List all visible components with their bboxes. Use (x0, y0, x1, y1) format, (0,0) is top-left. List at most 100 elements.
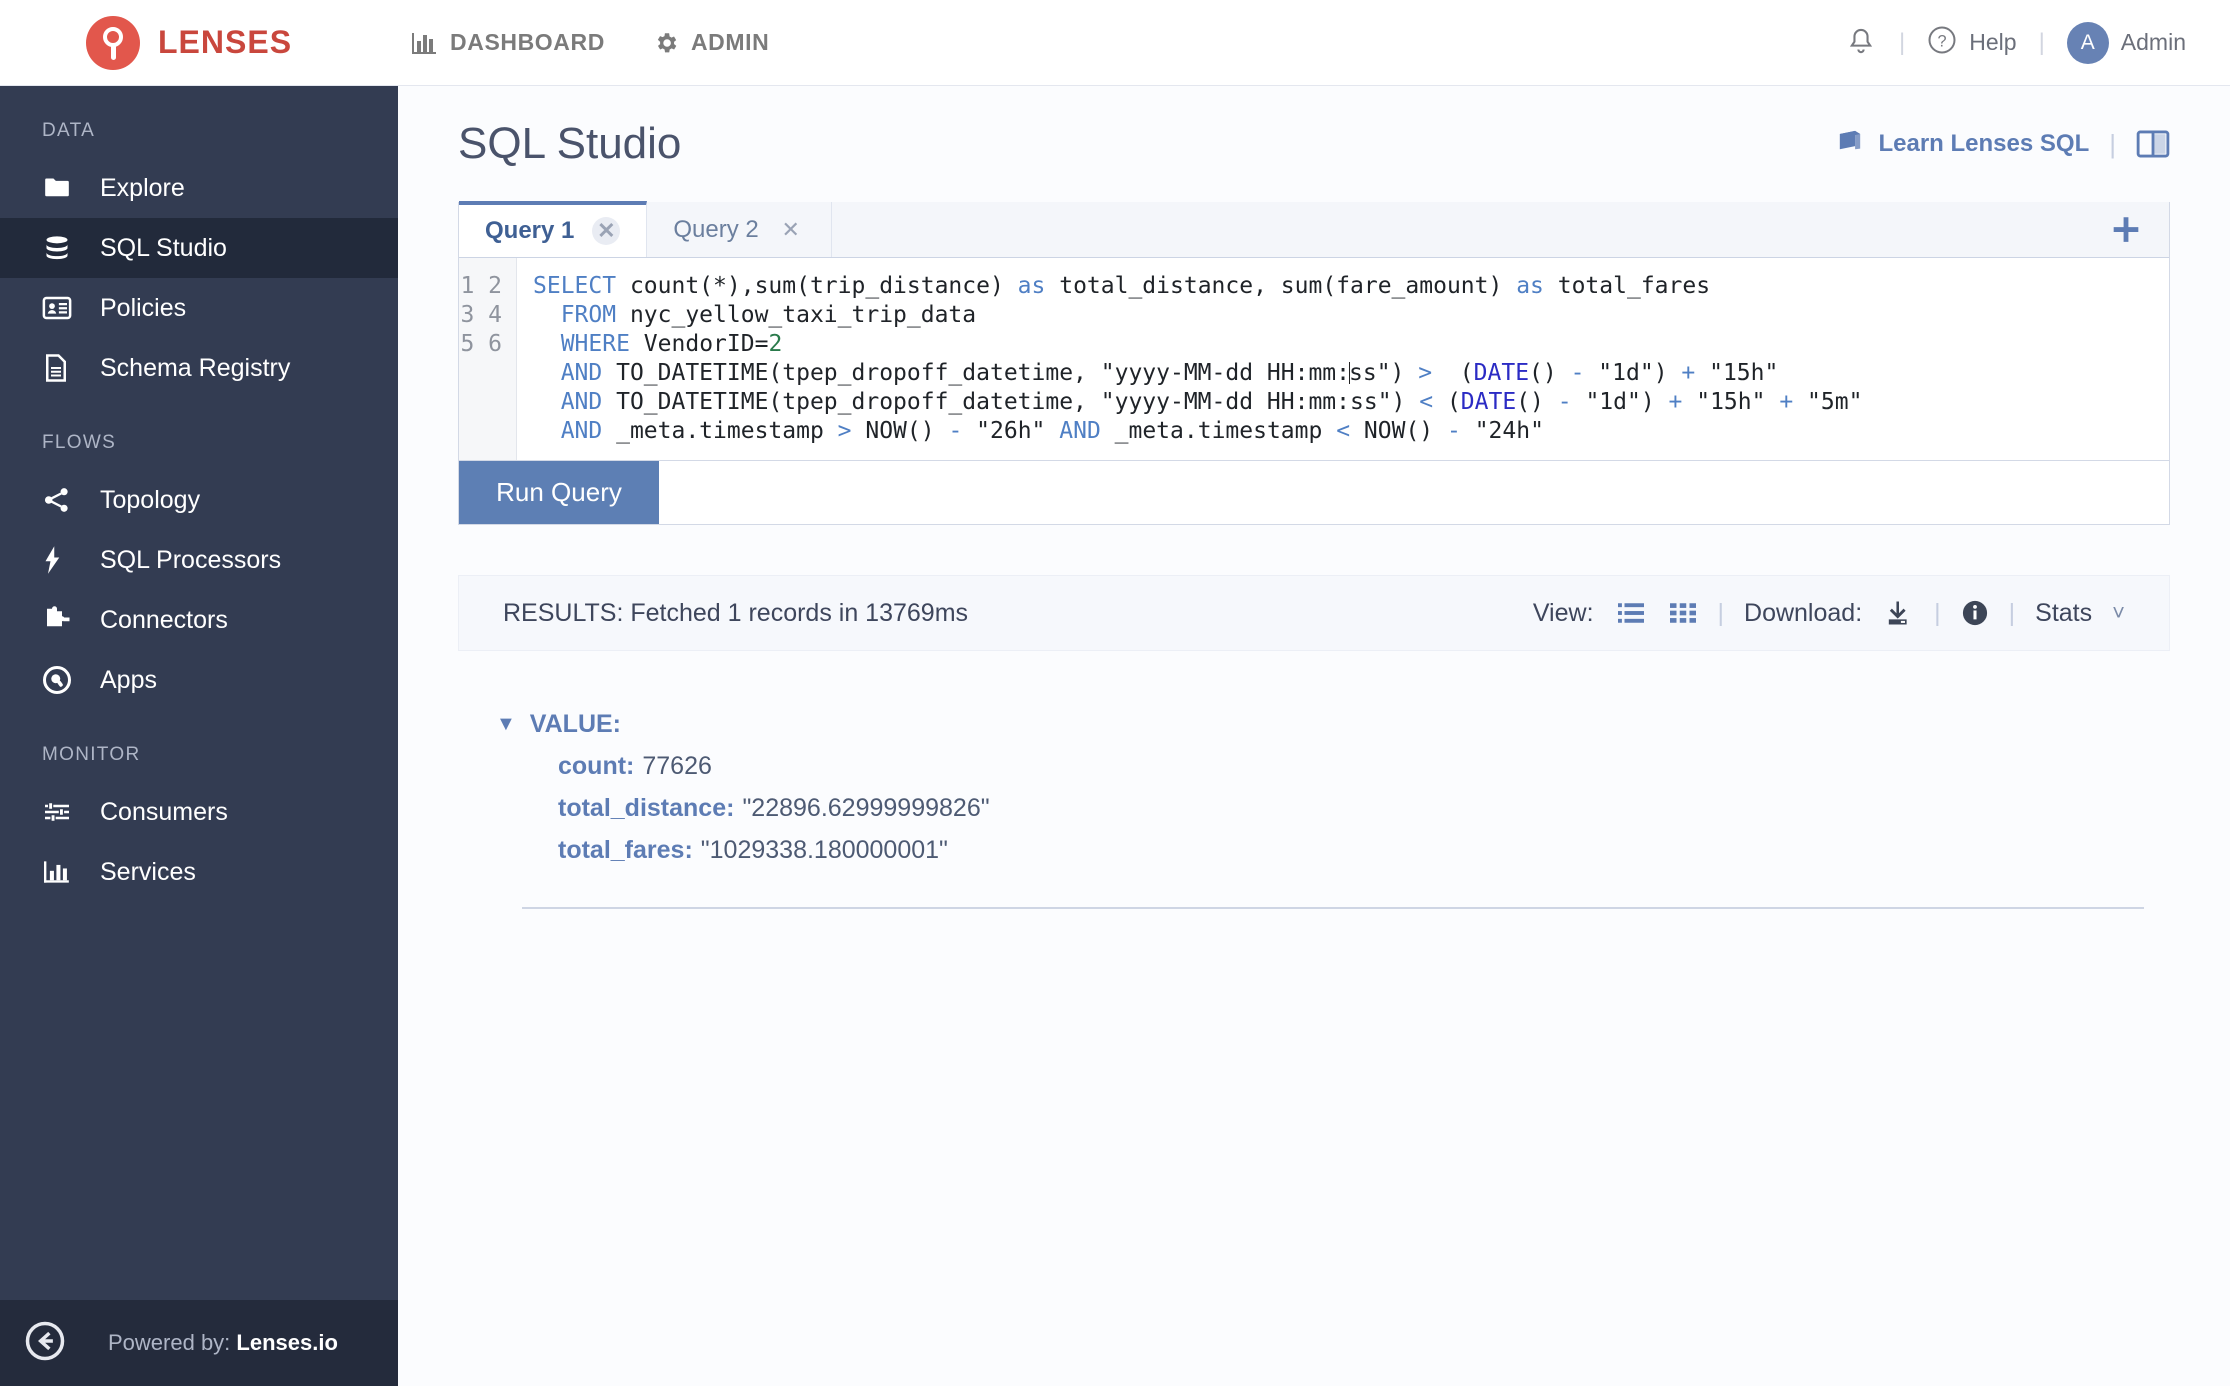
learn-lenses-sql-link[interactable]: Learn Lenses SQL (1836, 128, 2089, 161)
sidebar-item-policies[interactable]: Policies (0, 278, 398, 338)
results-divider-2: | (1934, 598, 1941, 627)
result-field-value: "22896.62999999826" (742, 794, 990, 822)
apps-circle-icon (42, 665, 76, 695)
query-tab-2-label: Query 2 (673, 215, 759, 243)
query-tab-1-label: Query 1 (485, 217, 575, 244)
powered-by-text: Powered by: Lenses.io (108, 1330, 338, 1356)
result-field-total-distance: total_distance: "22896.62999999826" (496, 787, 2170, 829)
query-tab-bar: Query 1 ✕ Query 2 ✕ (459, 201, 2169, 258)
download-icon[interactable] (1884, 599, 1914, 627)
puzzle-piece-icon (42, 606, 76, 634)
avatar: A (2066, 21, 2109, 64)
topnav-item-admin[interactable]: ADMIN (653, 29, 769, 56)
top-header-bar: LENSES DASHBOARD ADMIN | ? Help | A Admi… (0, 0, 2230, 86)
sql-code-content[interactable]: SELECT count(*),sum(trip_distance) as to… (517, 258, 2169, 460)
query-tab-1[interactable]: Query 1 ✕ (459, 201, 648, 257)
user-menu[interactable]: A Admin (2066, 21, 2186, 64)
book-icon (1836, 128, 1864, 161)
gear-icon (653, 30, 679, 56)
notification-bell-icon[interactable] (1845, 26, 1877, 60)
share-nodes-icon (42, 487, 76, 513)
split-pane-icon[interactable] (2136, 129, 2170, 159)
results-panel: RESULTS: Fetched 1 records in 13769ms Vi… (458, 575, 2170, 909)
close-icon[interactable]: ✕ (777, 216, 805, 244)
document-icon (42, 353, 76, 383)
header-actions-divider: | (2109, 128, 2116, 159)
stats-button[interactable]: Stats (2035, 599, 2092, 628)
result-field-value: 77626 (642, 752, 712, 780)
learn-lenses-sql-label: Learn Lenses SQL (1878, 130, 2090, 157)
sidebar-label-sql-processors: SQL Processors (100, 545, 282, 574)
query-editor-card: Query 1 ✕ Query 2 ✕ 1 2 3 4 5 6 SELECT c… (458, 201, 2170, 525)
sidebar-item-consumers[interactable]: Consumers (0, 782, 398, 842)
chevron-down-icon[interactable]: ˅ (2112, 600, 2125, 626)
editor-line-numbers: 1 2 3 4 5 6 (459, 258, 517, 460)
value-root-node[interactable]: ▼ VALUE: (496, 703, 2170, 745)
sidebar-item-sql-processors[interactable]: SQL Processors (0, 530, 398, 590)
sidebar-label-policies: Policies (100, 293, 187, 322)
sidebar-item-schema-registry[interactable]: Schema Registry (0, 338, 398, 398)
add-query-tab-button[interactable] (2083, 202, 2169, 257)
sidebar-item-sql-studio[interactable]: SQL Studio (0, 218, 398, 278)
bar-chart-icon (412, 31, 438, 55)
lightning-bolt-icon (42, 545, 76, 575)
top-header-right-group: | ? Help | A Admin (1845, 21, 2186, 64)
sidebar-label-topology: Topology (100, 485, 201, 514)
sidebar-section-monitor: MONITOR (42, 744, 141, 765)
sidebar-label-explore: Explore (100, 173, 185, 202)
result-field-key: count: (558, 752, 635, 780)
help-label: Help (1969, 29, 2017, 55)
info-icon[interactable] (1961, 599, 1989, 627)
sidebar-label-apps: Apps (100, 665, 157, 694)
svg-text:?: ? (1938, 32, 1947, 50)
sidebar-item-topology[interactable]: Topology (0, 470, 398, 530)
id-card-icon (42, 295, 76, 321)
sidebar-item-apps[interactable]: Apps (0, 650, 398, 710)
results-toolbar: RESULTS: Fetched 1 records in 13769ms Vi… (458, 575, 2170, 651)
result-field-count: count: 77626 (496, 745, 2170, 787)
sql-editor[interactable]: 1 2 3 4 5 6 SELECT count(*),sum(trip_dis… (459, 258, 2169, 460)
topnav-label-dashboard: DASHBOARD (450, 29, 605, 55)
user-label: Admin (2120, 29, 2186, 55)
folder-icon (42, 175, 76, 201)
grid-view-icon[interactable] (1668, 600, 1698, 626)
sidebar-label-services: Services (100, 857, 196, 886)
result-field-value: "1029338.180000001" (700, 836, 948, 864)
page-header-actions: Learn Lenses SQL | (1836, 128, 2170, 161)
list-view-icon[interactable] (1616, 600, 1646, 626)
question-circle-icon: ? (1927, 25, 1957, 61)
sidebar: DATA Explore SQL Studio Policies Schema … (0, 86, 398, 1386)
database-icon (42, 234, 76, 262)
brand-logo-group[interactable]: LENSES (86, 15, 293, 70)
value-root-label: VALUE: (529, 710, 621, 738)
results-separator (522, 907, 2144, 909)
brand-name: LENSES (158, 24, 293, 60)
results-tool-group: View: | Download: | | Stats ˅ (1533, 599, 2125, 628)
sidebar-item-explore[interactable]: Explore (0, 158, 398, 218)
sidebar-section-data: DATA (42, 120, 96, 141)
close-icon[interactable]: ✕ (592, 217, 621, 245)
run-query-button[interactable]: Run Query (459, 461, 659, 524)
results-divider-3: | (2008, 598, 2016, 627)
page-title: SQL Studio (458, 119, 682, 168)
powered-prefix: Powered by: (108, 1330, 237, 1355)
sidebar-label-schema-registry: Schema Registry (100, 353, 291, 382)
sidebar-footer: Powered by: Lenses.io (0, 1300, 398, 1386)
result-field-key: total_fares: (558, 836, 693, 864)
sidebar-section-flows: FLOWS (42, 432, 117, 453)
query-tab-2[interactable]: Query 2 ✕ (647, 202, 832, 257)
sidebar-item-services[interactable]: Services (0, 842, 398, 902)
topnav-item-dashboard[interactable]: DASHBOARD (412, 29, 605, 56)
powered-brand: Lenses.io (236, 1330, 338, 1355)
triangle-down-icon[interactable]: ▼ (496, 703, 516, 745)
help-button[interactable]: ? Help (1927, 25, 2017, 61)
sidebar-label-consumers: Consumers (100, 797, 228, 826)
download-label: Download: (1744, 598, 1863, 627)
bar-chart-icon (42, 859, 76, 885)
sidebar-item-connectors[interactable]: Connectors (0, 590, 398, 650)
sidebar-label-connectors: Connectors (100, 605, 228, 634)
header-divider-2: | (2038, 28, 2045, 56)
collapse-left-arrow-icon[interactable] (24, 1320, 66, 1367)
main-content: SQL Studio Learn Lenses SQL | Query 1 ✕ … (398, 86, 2230, 1386)
result-field-total-fares: total_fares: "1029338.180000001" (496, 829, 2170, 871)
